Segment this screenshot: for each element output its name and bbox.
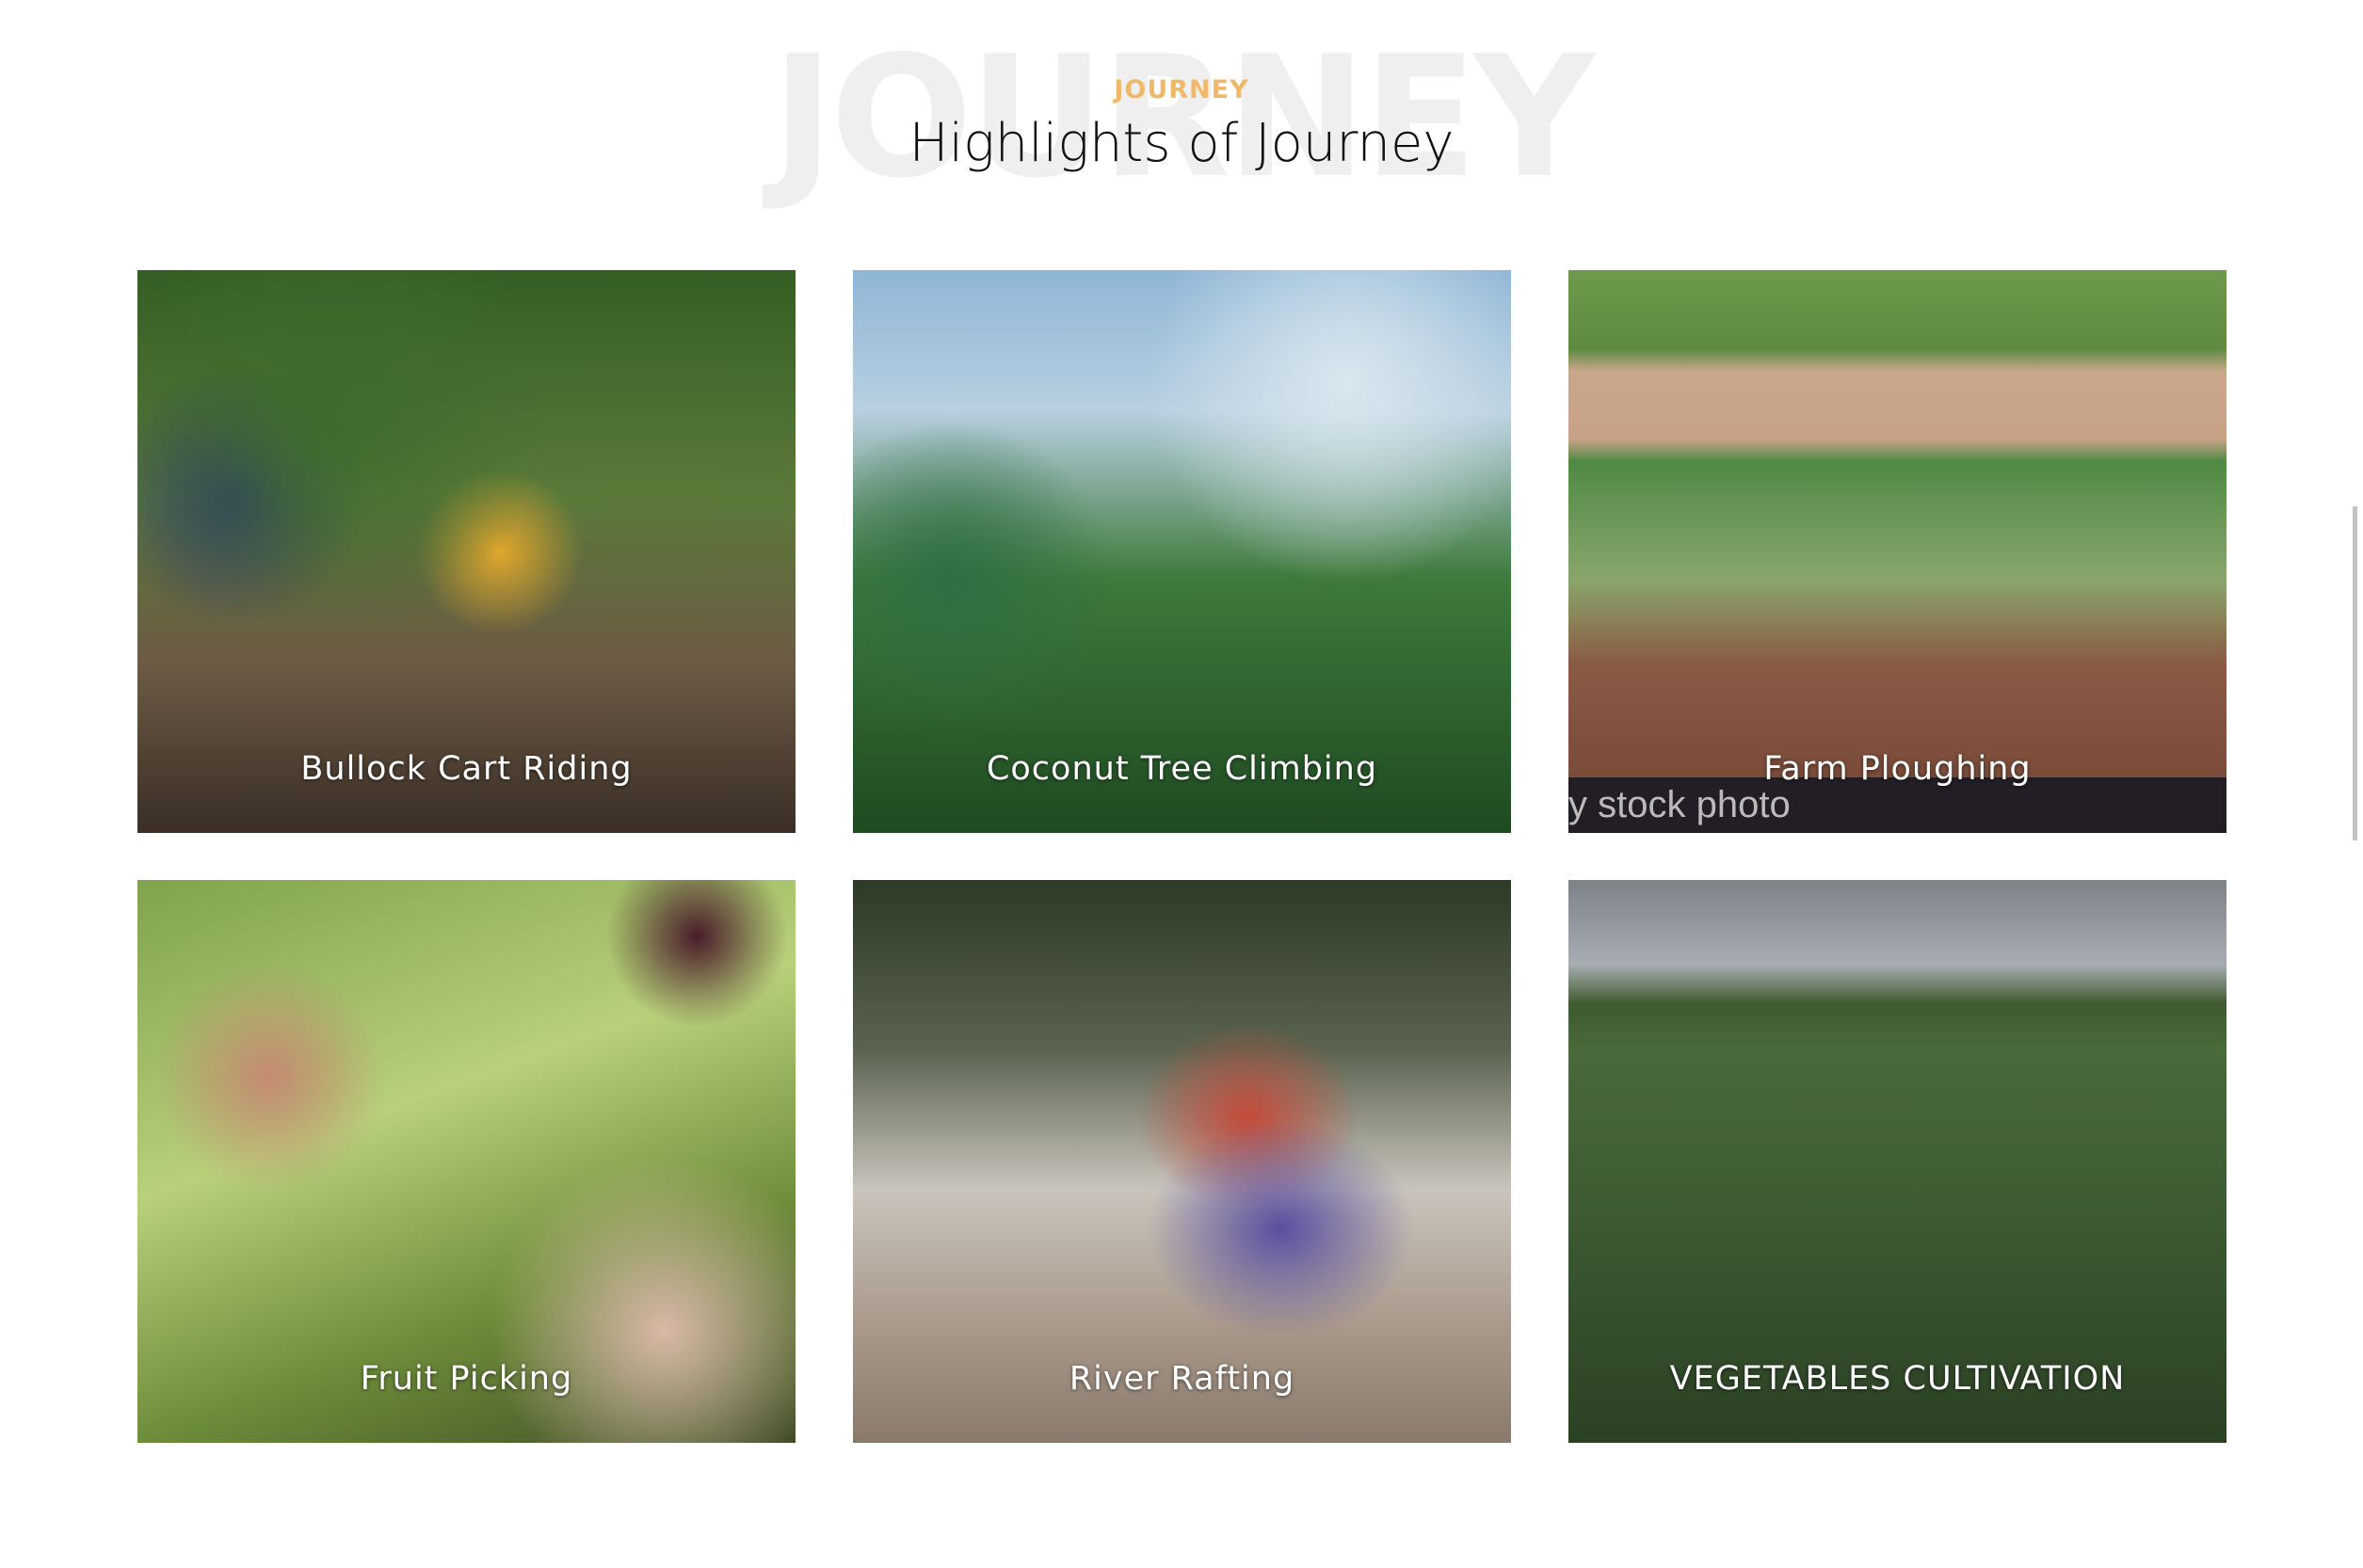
- card-river-rafting[interactable]: River Rafting: [853, 880, 1511, 1443]
- card-farm-ploughing[interactable]: y stock photo Farm Ploughing: [1568, 270, 2226, 833]
- card-label: VEGETABLES CULTIVATION: [1669, 1360, 2126, 1398]
- section-kicker: JOURNEY: [1114, 75, 1249, 104]
- section-title: Highlights of Journey: [908, 113, 1455, 174]
- card-coconut-tree-climbing[interactable]: Coconut Tree Climbing: [853, 270, 1511, 833]
- card-label: River Rafting: [1069, 1360, 1295, 1398]
- card-fruit-picking[interactable]: Fruit Picking: [137, 880, 796, 1443]
- scrollbar-thumb[interactable]: [2353, 506, 2357, 840]
- card-label: Coconut Tree Climbing: [986, 750, 1378, 788]
- card-label: Fruit Picking: [360, 1360, 573, 1398]
- card-label: Bullock Cart Riding: [300, 750, 633, 788]
- card-label: Farm Ploughing: [1763, 750, 2032, 788]
- card-bullock-cart-riding[interactable]: Bullock Cart Riding: [137, 270, 796, 833]
- card-vegetables-cultivation[interactable]: VEGETABLES CULTIVATION: [1568, 880, 2226, 1443]
